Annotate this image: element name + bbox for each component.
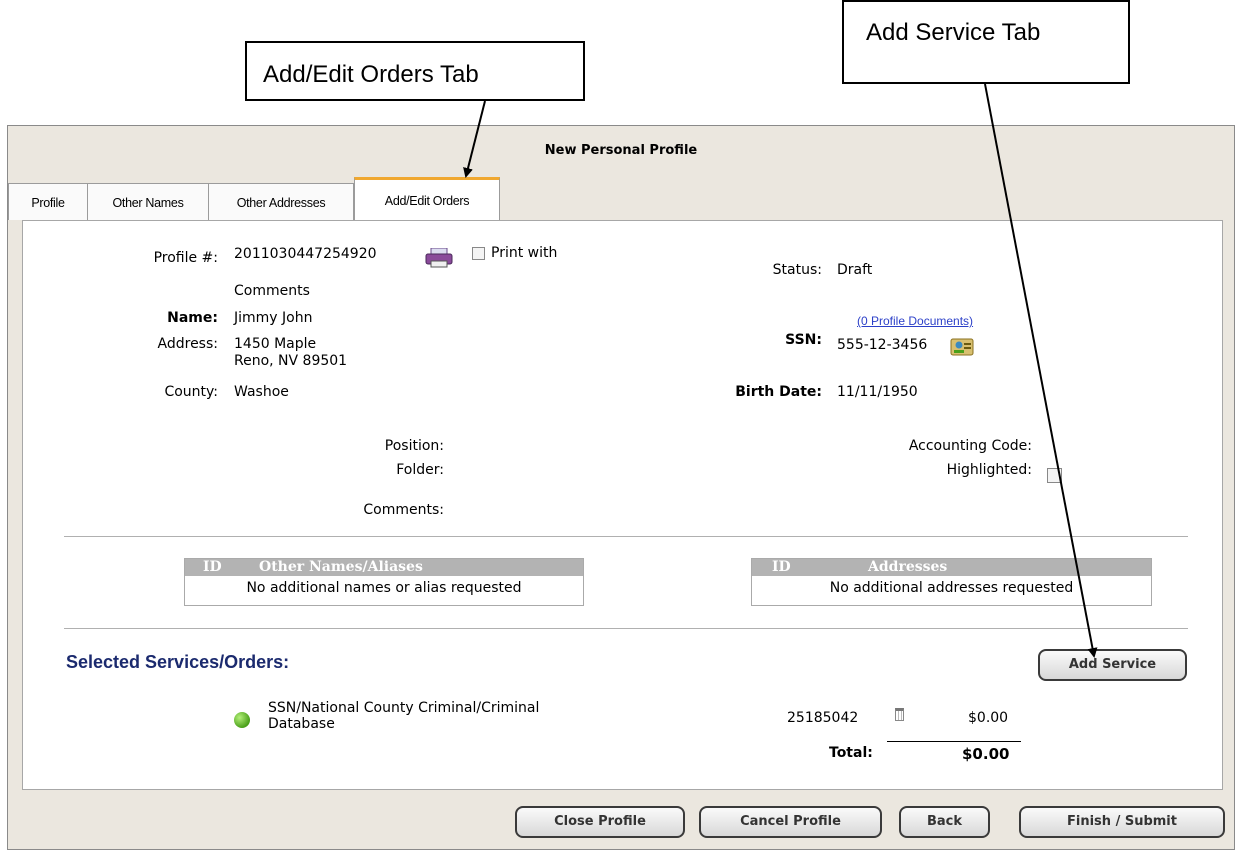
tab-other-addresses[interactable]: Other Addresses [208,183,354,220]
finish-submit-button[interactable]: Finish / Submit [1019,806,1225,838]
folder-label: Folder: [396,462,444,478]
id-header: ID [772,559,791,575]
comments-label: Comments: [363,502,444,518]
ssn-value: 555-12-3456 [837,337,928,353]
name-label: Name: [167,310,218,326]
divider [64,536,1188,537]
service-name-line2: Database [268,716,335,732]
accounting-code-label: Accounting Code: [908,438,1032,454]
print-with-comments-checkbox[interactable] [472,247,485,260]
service-order-id: 25185042 [787,710,859,726]
county-value: Washoe [234,384,289,400]
tab-other-names[interactable]: Other Names [87,183,209,220]
address-line1: 1450 Maple [234,336,317,352]
highlighted-checkbox[interactable] [1047,468,1062,483]
table-empty-text: No additional addresses requested [829,580,1074,596]
selected-services-title: Selected Services/Orders: [66,652,290,672]
tab-add-edit-orders[interactable]: Add/Edit Orders [354,177,500,220]
status-dot-icon [234,712,250,728]
callout-add-edit-orders-tab: Add/Edit Orders Tab [245,41,585,101]
addresses-table: ID Addresses No additional addresses req… [751,558,1152,606]
birth-date-label: Birth Date: [735,384,822,400]
total-label: Total: [829,745,873,761]
divider [64,628,1188,629]
trash-icon[interactable] [895,708,904,721]
addresses-header: Addresses [868,559,948,575]
county-label: County: [164,384,218,400]
print-with-label: Print with [491,245,558,261]
profile-number-label: Profile #: [153,250,218,266]
ssn-label: SSN: [785,332,822,348]
back-button[interactable]: Back [899,806,990,838]
tab-profile[interactable]: Profile [8,183,88,220]
printer-icon[interactable] [425,248,453,268]
window-title: New Personal Profile [544,143,698,158]
table-header: ID Other Names/Aliases [185,559,583,576]
service-name-line1: SSN/National County Criminal/Criminal [268,700,540,716]
cancel-profile-button[interactable]: Cancel Profile [699,806,882,838]
status-value: Draft [837,262,873,278]
profile-documents-link[interactable]: (0 Profile Documents) [857,314,973,328]
table-header: ID Addresses [752,559,1151,576]
id-header: ID [203,559,222,575]
callout-text: Add Service Tab [866,19,1041,46]
total-value: $0.00 [962,745,1010,763]
names-header: Other Names/Aliases [259,559,423,575]
status-label: Status: [772,262,822,278]
id-card-icon[interactable] [950,334,974,356]
position-label: Position: [384,438,444,454]
birth-date-value: 11/11/1950 [837,384,918,400]
print-comments-label: Comments [234,283,310,299]
profile-number: 2011030447254920 [234,246,377,262]
other-names-table: ID Other Names/Aliases No additional nam… [184,558,584,606]
add-service-button[interactable]: Add Service [1038,649,1187,681]
address-label: Address: [157,336,218,352]
callout-text: Add/Edit Orders Tab [263,61,479,88]
service-price: $0.00 [968,710,1009,726]
table-empty-text: No additional names or alias requested [246,580,522,596]
profile-window: New Personal Profile Profile Other Names… [7,125,1235,850]
highlighted-label: Highlighted: [946,462,1032,478]
total-rule [887,741,1021,742]
callout-add-service-tab: Add Service Tab [842,0,1130,84]
address-line2: Reno, NV 89501 [234,353,348,369]
service-row: SSN/National County Criminal/Criminal Da… [228,700,1021,738]
close-profile-button[interactable]: Close Profile [515,806,685,838]
name-value: Jimmy John [234,310,313,326]
